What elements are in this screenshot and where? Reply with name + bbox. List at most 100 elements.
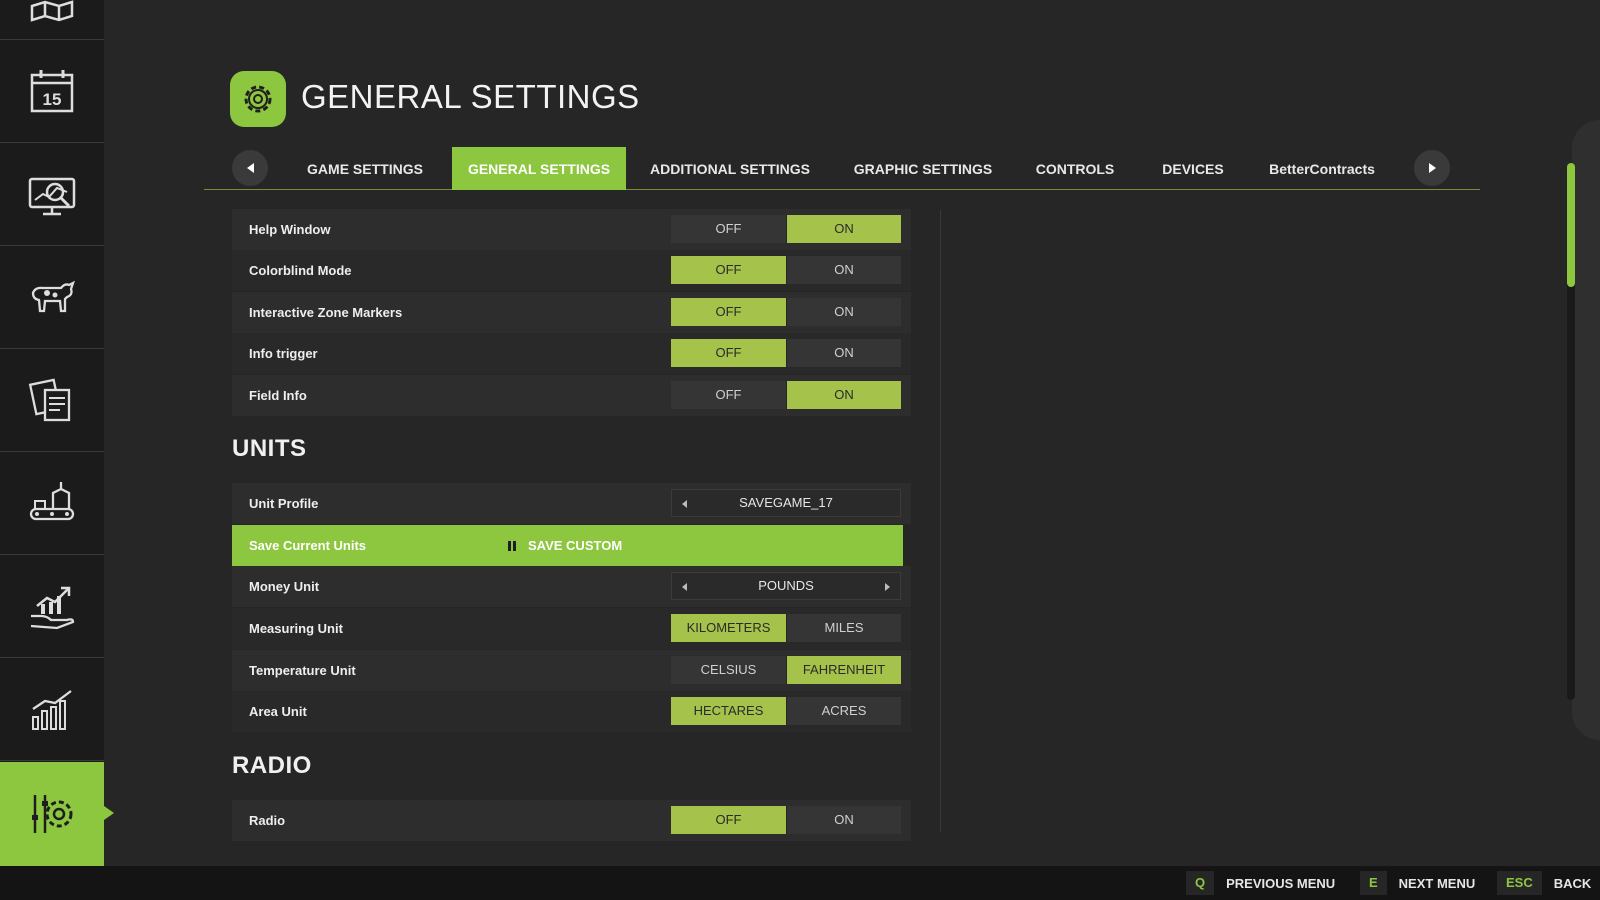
- tab-next-button[interactable]: [1414, 150, 1450, 186]
- previous-menu-hint[interactable]: Q PREVIOUS MENU: [1186, 871, 1335, 895]
- tab-additional-settings[interactable]: ADDITIONAL SETTINGS: [638, 147, 822, 190]
- sidebar: 15: [0, 0, 114, 866]
- option-on[interactable]: ON: [786, 381, 901, 409]
- back-hint[interactable]: ESC BACK: [1497, 871, 1591, 895]
- option-hectares[interactable]: HECTARES: [671, 697, 786, 725]
- unit-profile-selector[interactable]: SAVEGAME_17: [671, 489, 901, 517]
- toggle-field-info[interactable]: OFF ON: [671, 381, 901, 409]
- option-off[interactable]: OFF: [671, 215, 786, 243]
- option-off[interactable]: OFF: [671, 381, 786, 409]
- toggle-info-trigger[interactable]: OFF ON: [671, 339, 901, 367]
- setting-label: Colorblind Mode: [249, 263, 352, 278]
- calendar-day: 15: [43, 90, 62, 109]
- toggle-measuring-unit[interactable]: KILOMETERS MILES: [671, 614, 901, 642]
- toggle-interactive-zone-markers[interactable]: OFF ON: [671, 298, 901, 326]
- save-custom-button[interactable]: SAVE CUSTOM: [508, 525, 622, 566]
- sidebar-item-statistics[interactable]: [0, 659, 104, 761]
- setting-row-measuring-unit: Measuring Unit KILOMETERS MILES: [232, 608, 911, 649]
- setting-label: Radio: [249, 813, 286, 828]
- setting-label: Money Unit: [249, 579, 320, 594]
- setting-label: Field Info: [249, 388, 307, 403]
- toggle-radio[interactable]: OFF ON: [671, 806, 901, 834]
- prices-icon: [28, 177, 76, 215]
- setting-row-save-current-units[interactable]: Save Current Units SAVE CUSTOM: [232, 525, 903, 566]
- calendar-icon: 15: [30, 69, 74, 112]
- setting-row-field-info: Field Info OFF ON: [232, 375, 911, 416]
- scroll-bumper: [1572, 120, 1600, 740]
- sidebar-item-calendar[interactable]: 15: [0, 41, 104, 143]
- gamepad-button-icon: [508, 540, 516, 551]
- setting-label: Help Window: [249, 222, 331, 237]
- option-on[interactable]: ON: [786, 298, 901, 326]
- next-menu-hint[interactable]: E NEXT MENU: [1360, 871, 1475, 895]
- setting-row-info-trigger: Info trigger OFF ON: [232, 333, 911, 374]
- option-on[interactable]: ON: [786, 256, 901, 284]
- tab-bar: GAME SETTINGS GENERAL SETTINGS ADDITIONA…: [204, 147, 1480, 190]
- section-title-radio: RADIO: [232, 752, 312, 779]
- setting-label: Save Current Units: [249, 538, 367, 553]
- cow-icon: [31, 280, 75, 312]
- tab-bettercontracts[interactable]: BetterContracts: [1254, 147, 1390, 190]
- hint-label: PREVIOUS MENU: [1226, 875, 1336, 891]
- toggle-help-window[interactable]: OFF ON: [671, 215, 901, 243]
- option-off[interactable]: OFF: [671, 298, 786, 326]
- chevron-left-icon: [246, 163, 254, 173]
- option-celsius[interactable]: CELSIUS: [671, 656, 786, 684]
- header-gear-icon: [230, 71, 286, 127]
- toggle-area-unit[interactable]: HECTARES ACRES: [671, 697, 901, 725]
- sidebar-item-settings[interactable]: [0, 762, 114, 866]
- sidebar-item-contracts[interactable]: [0, 350, 104, 452]
- selector-value: SAVEGAME_17: [739, 495, 833, 510]
- option-off[interactable]: OFF: [671, 806, 786, 834]
- sidebar-item-prices[interactable]: [0, 144, 104, 246]
- sidebar-item-production[interactable]: [0, 453, 104, 555]
- option-on[interactable]: ON: [786, 339, 901, 367]
- option-off[interactable]: OFF: [671, 339, 786, 367]
- option-acres[interactable]: ACRES: [786, 697, 901, 725]
- statistics-icon: [32, 689, 72, 730]
- section-title-units: UNITS: [232, 435, 307, 462]
- hint-label: BACK: [1553, 875, 1592, 891]
- contracts-icon: [28, 377, 71, 421]
- setting-label: Temperature Unit: [249, 663, 356, 678]
- option-on[interactable]: ON: [786, 806, 901, 834]
- setting-row-colorblind-mode: Colorblind Mode OFF ON: [232, 250, 911, 291]
- map-icon: [30, 0, 74, 22]
- toggle-colorblind-mode[interactable]: OFF ON: [671, 256, 901, 284]
- option-fahrenheit[interactable]: FAHRENHEIT: [786, 656, 901, 684]
- key-badge: ESC: [1497, 871, 1542, 895]
- settings-icon: [32, 795, 73, 833]
- sidebar-item-animals[interactable]: [0, 247, 104, 349]
- setting-row-radio: Radio OFF ON: [232, 800, 911, 841]
- tab-devices[interactable]: DEVICES: [1144, 147, 1242, 190]
- toggle-temperature-unit[interactable]: CELSIUS FAHRENHEIT: [671, 656, 901, 684]
- panel-divider: [940, 210, 941, 832]
- footer-hints: Q PREVIOUS MENU E NEXT MENU ESC BACK: [0, 866, 1600, 900]
- setting-label: Unit Profile: [249, 496, 319, 511]
- tab-graphic-settings[interactable]: GRAPHIC SETTINGS: [840, 147, 1006, 190]
- scrollbar-thumb[interactable]: [1567, 163, 1575, 287]
- sidebar-item-map[interactable]: [0, 0, 104, 40]
- chevron-right-icon[interactable]: [885, 583, 890, 591]
- production-icon: [29, 481, 75, 520]
- chevron-right-icon: [1428, 163, 1436, 173]
- setting-label: Measuring Unit: [249, 621, 343, 636]
- setting-row-money-unit: Money Unit POUNDS: [232, 566, 911, 607]
- tab-prev-button[interactable]: [232, 150, 268, 186]
- option-off[interactable]: OFF: [671, 256, 786, 284]
- tab-game-settings[interactable]: GAME SETTINGS: [293, 147, 437, 190]
- tab-controls[interactable]: CONTROLS: [1021, 147, 1129, 190]
- finances-icon: [30, 586, 75, 629]
- setting-row-area-unit: Area Unit HECTARES ACRES: [232, 691, 911, 732]
- tab-general-settings[interactable]: GENERAL SETTINGS: [452, 147, 626, 190]
- page-title: GENERAL SETTINGS: [301, 78, 640, 115]
- option-kilometers[interactable]: KILOMETERS: [671, 614, 786, 642]
- sidebar-item-finances[interactable]: [0, 556, 104, 658]
- chevron-left-icon[interactable]: [682, 500, 687, 508]
- chevron-left-icon[interactable]: [682, 583, 687, 591]
- money-unit-selector[interactable]: POUNDS: [671, 572, 901, 600]
- setting-label: Info trigger: [249, 346, 318, 361]
- option-on[interactable]: ON: [786, 215, 901, 243]
- option-miles[interactable]: MILES: [786, 614, 901, 642]
- gear-icon: [244, 85, 272, 113]
